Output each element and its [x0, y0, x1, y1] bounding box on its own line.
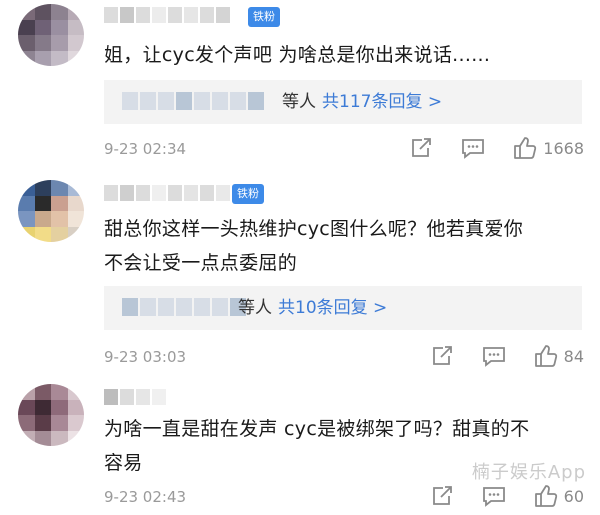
fan-badge: 铁粉	[232, 184, 264, 204]
comment-meta: 9-23 03:03 84	[104, 344, 584, 372]
comment-text: 姐，让cyc发个声吧 为啥总是你出来说话......	[104, 44, 491, 66]
comment-meta: 9-23 02:34 1668	[104, 136, 584, 164]
view-replies-link[interactable]: 共117条回复 >	[322, 92, 442, 112]
username[interactable]	[104, 182, 230, 204]
share-icon	[432, 486, 452, 505]
username[interactable]	[104, 4, 230, 26]
comment-button[interactable]	[482, 485, 506, 507]
avatar[interactable]	[18, 4, 84, 66]
watermark: 楠子娱乐App	[471, 462, 586, 483]
reply-users	[122, 298, 246, 316]
comment-meta: 9-23 02:43 60	[104, 484, 584, 512]
view-replies-link[interactable]: 共10条回复 >	[278, 298, 387, 318]
timestamp: 9-23 02:43	[104, 488, 187, 506]
like-button[interactable]: 60	[534, 484, 584, 508]
thumbs-up-icon	[534, 485, 557, 507]
comment-icon	[462, 139, 485, 159]
like-count: 60	[563, 486, 584, 506]
timestamp: 9-23 03:03	[104, 348, 187, 366]
like-count: 1668	[543, 138, 584, 158]
share-button[interactable]	[430, 485, 454, 507]
reply-users	[122, 92, 264, 110]
share-button[interactable]	[430, 345, 454, 367]
like-count: 84	[563, 346, 584, 366]
reply-preview[interactable]: 等人 共117条回复 >	[104, 80, 582, 124]
comment-text-line: 为啥一直是甜在发声 cyc是被绑架了吗？甜真的不	[104, 418, 530, 440]
like-button[interactable]: 1668	[513, 136, 584, 160]
share-button[interactable]	[409, 137, 433, 159]
comment-text-line: 不会让受一点点委屈的	[104, 252, 298, 274]
avatar[interactable]	[18, 180, 84, 242]
like-button[interactable]: 84	[534, 344, 584, 368]
comment-icon	[482, 487, 505, 507]
avatar[interactable]	[18, 384, 84, 446]
thumbs-up-icon	[534, 345, 557, 367]
username[interactable]	[104, 386, 166, 408]
thumbs-up-icon	[514, 137, 537, 159]
comment-icon	[482, 347, 505, 367]
reply-suffix: 等人	[238, 298, 272, 318]
comment-button[interactable]	[482, 345, 506, 367]
fan-badge: 铁粉	[248, 7, 280, 27]
share-icon	[412, 138, 432, 157]
comment-text: 甜总你这样一头热维护cyc图什么呢？他若真爱你 不会让受一点点委屈的	[104, 212, 584, 280]
comment-text-line: 甜总你这样一头热维护cyc图什么呢？他若真爱你	[104, 218, 524, 240]
share-icon	[432, 346, 452, 365]
comment-button[interactable]	[461, 137, 485, 159]
reply-suffix: 等人	[282, 92, 316, 112]
reply-preview[interactable]: 等人 共10条回复 >	[104, 286, 582, 330]
timestamp: 9-23 02:34	[104, 140, 187, 158]
